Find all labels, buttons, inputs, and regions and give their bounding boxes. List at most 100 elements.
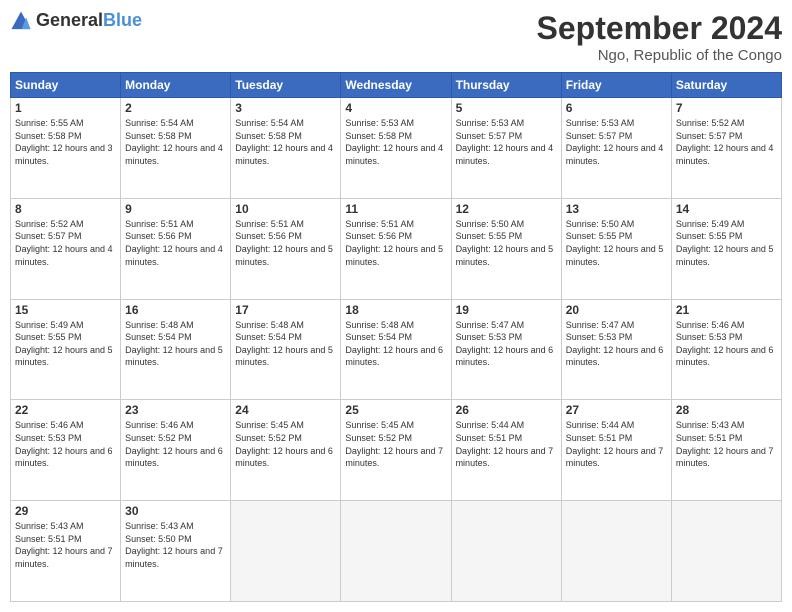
day-info: Sunrise: 5:55 AMSunset: 5:58 PMDaylight:… <box>15 117 116 167</box>
day-info: Sunrise: 5:43 AMSunset: 5:51 PMDaylight:… <box>15 520 116 570</box>
calendar-cell: 17 Sunrise: 5:48 AMSunset: 5:54 PMDayligh… <box>231 299 341 400</box>
day-info: Sunrise: 5:49 AMSunset: 5:55 PMDaylight:… <box>15 319 116 369</box>
day-info: Sunrise: 5:53 AMSunset: 5:58 PMDaylight:… <box>345 117 446 167</box>
day-number: 5 <box>456 101 557 115</box>
logo: GeneralBlue <box>10 10 142 32</box>
day-number: 23 <box>125 403 226 417</box>
calendar-cell: 1 Sunrise: 5:55 AMSunset: 5:58 PMDaylight… <box>11 98 121 199</box>
calendar-cell: 12 Sunrise: 5:50 AMSunset: 5:55 PMDayligh… <box>451 198 561 299</box>
weekday-header-thursday: Thursday <box>451 73 561 98</box>
calendar-week-row: 15 Sunrise: 5:49 AMSunset: 5:55 PMDayligh… <box>11 299 782 400</box>
day-info: Sunrise: 5:43 AMSunset: 5:51 PMDaylight:… <box>676 419 777 469</box>
calendar-week-row: 29 Sunrise: 5:43 AMSunset: 5:51 PMDayligh… <box>11 501 782 602</box>
location-title: Ngo, Republic of the Congo <box>537 47 782 64</box>
day-info: Sunrise: 5:52 AMSunset: 5:57 PMDaylight:… <box>676 117 777 167</box>
calendar-cell: 29 Sunrise: 5:43 AMSunset: 5:51 PMDayligh… <box>11 501 121 602</box>
day-info: Sunrise: 5:49 AMSunset: 5:55 PMDaylight:… <box>676 218 777 268</box>
calendar-table: SundayMondayTuesdayWednesdayThursdayFrid… <box>10 72 782 602</box>
day-info: Sunrise: 5:50 AMSunset: 5:55 PMDaylight:… <box>566 218 667 268</box>
calendar-cell: 11 Sunrise: 5:51 AMSunset: 5:56 PMDayligh… <box>341 198 451 299</box>
day-number: 13 <box>566 202 667 216</box>
day-number: 11 <box>345 202 446 216</box>
day-number: 29 <box>15 504 116 518</box>
day-info: Sunrise: 5:48 AMSunset: 5:54 PMDaylight:… <box>235 319 336 369</box>
calendar-cell: 3Sunrise: 5:54 AMSunset: 5:58 PMDaylight… <box>231 98 341 199</box>
weekday-header-tuesday: Tuesday <box>231 73 341 98</box>
calendar-cell <box>451 501 561 602</box>
calendar-cell <box>341 501 451 602</box>
day-number: 14 <box>676 202 777 216</box>
header-row: GeneralBlue September 2024 Ngo, Republic… <box>10 10 782 64</box>
calendar-cell: 9Sunrise: 5:51 AMSunset: 5:56 PMDaylight… <box>121 198 231 299</box>
title-block: September 2024 Ngo, Republic of the Cong… <box>537 10 782 64</box>
day-number: 27 <box>566 403 667 417</box>
day-number: 17 <box>235 303 336 317</box>
calendar-cell: 18 Sunrise: 5:48 AMSunset: 5:54 PMDayligh… <box>341 299 451 400</box>
day-info: Sunrise: 5:43 AMSunset: 5:50 PMDaylight:… <box>125 520 226 570</box>
day-info: Sunrise: 5:47 AMSunset: 5:53 PMDaylight:… <box>566 319 667 369</box>
day-info: Sunrise: 5:51 AMSunset: 5:56 PMDaylight:… <box>235 218 336 268</box>
calendar-cell: 8Sunrise: 5:52 AMSunset: 5:57 PMDaylight… <box>11 198 121 299</box>
day-number: 10 <box>235 202 336 216</box>
calendar-cell: 26 Sunrise: 5:44 AMSunset: 5:51 PMDayligh… <box>451 400 561 501</box>
day-info: Sunrise: 5:53 AMSunset: 5:57 PMDaylight:… <box>566 117 667 167</box>
calendar-cell: 30 Sunrise: 5:43 AMSunset: 5:50 PMDayligh… <box>121 501 231 602</box>
day-number: 12 <box>456 202 557 216</box>
day-number: 9 <box>125 202 226 216</box>
day-info: Sunrise: 5:48 AMSunset: 5:54 PMDaylight:… <box>125 319 226 369</box>
day-number: 15 <box>15 303 116 317</box>
weekday-header-saturday: Saturday <box>671 73 781 98</box>
day-number: 4 <box>345 101 446 115</box>
day-number: 7 <box>676 101 777 115</box>
day-number: 3 <box>235 101 336 115</box>
calendar-cell: 10 Sunrise: 5:51 AMSunset: 5:56 PMDayligh… <box>231 198 341 299</box>
day-info: Sunrise: 5:46 AMSunset: 5:53 PMDaylight:… <box>15 419 116 469</box>
day-number: 16 <box>125 303 226 317</box>
calendar-cell: 19 Sunrise: 5:47 AMSunset: 5:53 PMDayligh… <box>451 299 561 400</box>
weekday-header-row: SundayMondayTuesdayWednesdayThursdayFrid… <box>11 73 782 98</box>
day-number: 6 <box>566 101 667 115</box>
logo-blue: Blue <box>103 10 142 30</box>
calendar-cell <box>561 501 671 602</box>
logo-general: General <box>36 10 103 30</box>
calendar-cell <box>671 501 781 602</box>
calendar-cell: 7 Sunrise: 5:52 AMSunset: 5:57 PMDaylight… <box>671 98 781 199</box>
day-info: Sunrise: 5:48 AMSunset: 5:54 PMDaylight:… <box>345 319 446 369</box>
calendar-cell: 28 Sunrise: 5:43 AMSunset: 5:51 PMDayligh… <box>671 400 781 501</box>
calendar-cell: 5Sunrise: 5:53 AMSunset: 5:57 PMDaylight… <box>451 98 561 199</box>
day-number: 28 <box>676 403 777 417</box>
calendar-week-row: 8Sunrise: 5:52 AMSunset: 5:57 PMDaylight… <box>11 198 782 299</box>
day-number: 25 <box>345 403 446 417</box>
day-info: Sunrise: 5:50 AMSunset: 5:55 PMDaylight:… <box>456 218 557 268</box>
day-info: Sunrise: 5:54 AMSunset: 5:58 PMDaylight:… <box>125 117 226 167</box>
day-info: Sunrise: 5:52 AMSunset: 5:57 PMDaylight:… <box>15 218 116 268</box>
weekday-header-sunday: Sunday <box>11 73 121 98</box>
day-number: 22 <box>15 403 116 417</box>
day-info: Sunrise: 5:47 AMSunset: 5:53 PMDaylight:… <box>456 319 557 369</box>
day-number: 18 <box>345 303 446 317</box>
day-number: 26 <box>456 403 557 417</box>
day-number: 20 <box>566 303 667 317</box>
day-number: 21 <box>676 303 777 317</box>
weekday-header-monday: Monday <box>121 73 231 98</box>
day-number: 30 <box>125 504 226 518</box>
day-info: Sunrise: 5:51 AMSunset: 5:56 PMDaylight:… <box>345 218 446 268</box>
day-info: Sunrise: 5:44 AMSunset: 5:51 PMDaylight:… <box>456 419 557 469</box>
calendar-container: GeneralBlue September 2024 Ngo, Republic… <box>0 0 792 612</box>
day-info: Sunrise: 5:45 AMSunset: 5:52 PMDaylight:… <box>235 419 336 469</box>
day-number: 24 <box>235 403 336 417</box>
day-info: Sunrise: 5:46 AMSunset: 5:52 PMDaylight:… <box>125 419 226 469</box>
day-info: Sunrise: 5:44 AMSunset: 5:51 PMDaylight:… <box>566 419 667 469</box>
calendar-cell: 22 Sunrise: 5:46 AMSunset: 5:53 PMDayligh… <box>11 400 121 501</box>
day-number: 19 <box>456 303 557 317</box>
calendar-week-row: 22 Sunrise: 5:46 AMSunset: 5:53 PMDayligh… <box>11 400 782 501</box>
day-number: 1 <box>15 101 116 115</box>
calendar-cell: 14 Sunrise: 5:49 AMSunset: 5:55 PMDayligh… <box>671 198 781 299</box>
calendar-cell: 2Sunrise: 5:54 AMSunset: 5:58 PMDaylight… <box>121 98 231 199</box>
calendar-cell: 25Sunrise: 5:45 AMSunset: 5:52 PMDayligh… <box>341 400 451 501</box>
month-title: September 2024 <box>537 10 782 47</box>
calendar-cell: 13 Sunrise: 5:50 AMSunset: 5:55 PMDayligh… <box>561 198 671 299</box>
calendar-cell: 21Sunrise: 5:46 AMSunset: 5:53 PMDayligh… <box>671 299 781 400</box>
calendar-cell: 4 Sunrise: 5:53 AMSunset: 5:58 PMDaylight… <box>341 98 451 199</box>
calendar-cell: 27 Sunrise: 5:44 AMSunset: 5:51 PMDayligh… <box>561 400 671 501</box>
